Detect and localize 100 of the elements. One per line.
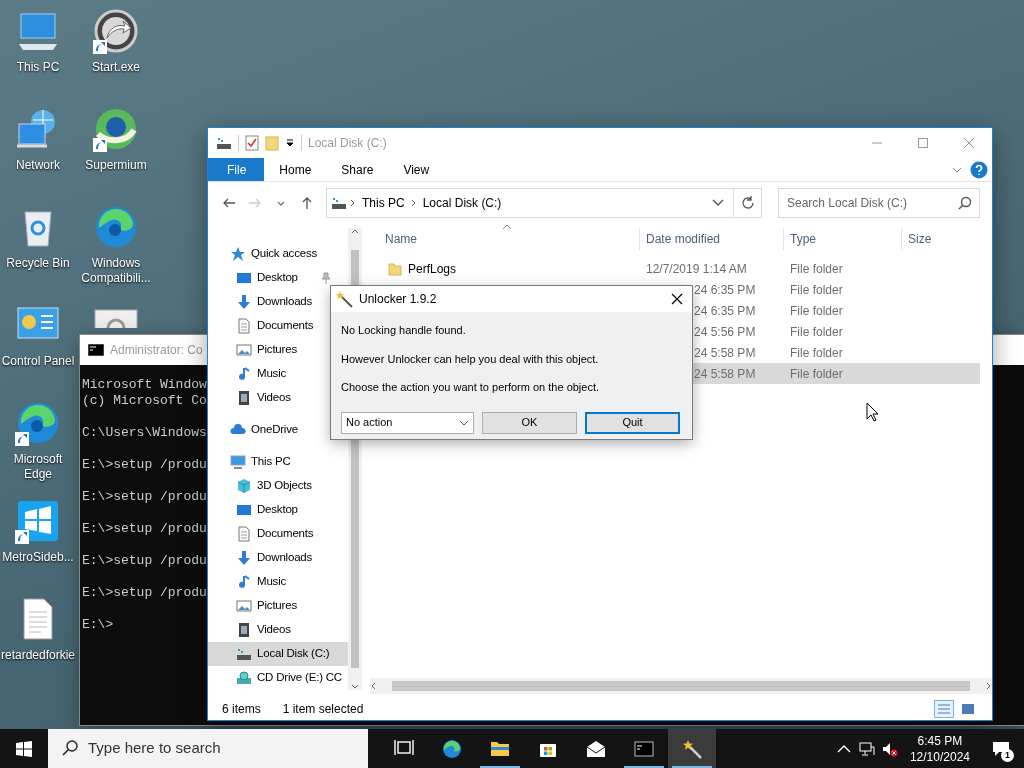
nav-item[interactable]: Desktop [208,266,333,290]
ribbon-tab[interactable]: View [388,158,445,181]
horizontal-scrollbar[interactable] [370,678,992,694]
breadcrumb-link[interactable]: Local Disk (C:) [419,194,505,212]
ribbon-tab[interactable]: Home [264,158,327,181]
window-title: Local Disk (C:) [308,135,387,152]
desktop-icon-label[interactable]: Start.exe [92,60,140,75]
checklist-icon[interactable] [245,135,259,151]
dropdown-icon[interactable] [285,138,295,148]
nav-item[interactable]: Local Disk (C:) [208,642,348,666]
file-row[interactable]: PerfLogs 12/7/2019 1:14 AM File folder [370,258,980,279]
chevron-down-icon [459,419,469,426]
column-header[interactable]: Name [370,228,640,250]
notification-count: 1 [1001,749,1014,762]
dialog-title: Unlocker 1.9.2 [359,291,437,308]
film-icon [236,390,252,406]
maximize-icon [918,138,928,148]
console-icon [634,738,654,759]
notification-button[interactable]: 1 [978,729,1024,768]
desktop-icon-label[interactable]: Supermium [85,158,147,173]
desktop-icon-label[interactable]: Windows Compatibili... [78,256,154,286]
file-type: File folder [790,365,843,383]
close-icon [964,138,974,148]
dialog-message: No Locking handle found. [340,323,467,338]
nav-item[interactable]: This PC [208,450,293,474]
monitor-icon [236,502,252,518]
column-header[interactable]: Date modified [640,228,784,250]
taskbar-search-field[interactable]: Type here to search [48,729,368,768]
sort-ascending-icon [502,224,512,230]
help-icon[interactable] [970,160,988,179]
file-type: File folder [790,323,843,341]
console-line: E:\>setup /produ [82,553,207,569]
drive-icon [216,135,232,151]
date-modified: 24 6:35 PM [694,281,756,299]
console-line: E:\>setup /produ [82,457,207,473]
scroll-left-icon [370,682,376,690]
dialog-button[interactable]: Quit [585,411,680,434]
nav-item[interactable]: Desktop [208,498,300,522]
document-icon [236,526,252,542]
action-dropdown[interactable]: No action [341,411,474,434]
unlocker-button[interactable] [668,729,716,768]
nav-item[interactable]: OneDrive [208,418,300,442]
column-header[interactable]: Type [784,228,902,250]
desktop-icon-label[interactable]: This PC [16,60,60,75]
console-line: E:\>setup /produ [82,585,207,601]
monitor-icon [236,270,252,286]
date-modified: 24 5:58 PM [694,344,756,362]
nav-item[interactable]: Documents [208,314,316,338]
scroll-up-icon [351,228,359,234]
drive-icon [331,195,347,211]
folder-icon [388,261,402,276]
desktop-icon-label[interactable]: retardedforkie [0,648,75,663]
desktop-icon-label[interactable]: Network [16,158,60,173]
document-icon [236,318,252,334]
windows-logo-icon [16,740,32,757]
nav-item[interactable]: Documents [208,522,316,546]
nav-item[interactable]: Quick access [208,242,319,266]
nav-item[interactable]: Videos [208,618,293,642]
browser-swirl-icon [442,738,462,759]
envelope-icon [586,738,606,759]
date-modified: 24 5:56 PM [694,323,756,341]
desktop-icon-label[interactable]: Control Panel [1,354,75,369]
console-line: (c) Microsoft Co [82,393,207,409]
nav-item[interactable]: 3D Objects [208,474,314,498]
nav-item[interactable]: Pictures [208,594,299,618]
file-type: File folder [790,344,843,362]
chevron-down-icon[interactable] [952,166,962,173]
dialog-message: However Unlocker can help you deal with this object. [340,351,600,367]
dialog-button[interactable]: OK [482,411,577,434]
search-icon [62,740,78,756]
desktop-icon-label[interactable]: MetroSideb... [2,550,74,565]
nav-item[interactable]: Pictures [208,338,299,362]
back-icon [222,196,236,210]
nav-item[interactable]: Music [208,362,289,386]
file-name: PerfLogs [408,260,457,278]
search-field[interactable]: Search Local Disk (C:) [778,188,980,218]
nav-item[interactable]: CD Drive (E:) CC [208,666,344,690]
nav-item[interactable]: Videos [208,386,293,410]
file-menu-button[interactable]: File [208,158,265,181]
mouse-pointer-icon [866,402,879,422]
nav-item[interactable]: Downloads [208,546,315,570]
desktop-icon-label[interactable]: Microsoft Edge [0,452,76,482]
clock-date: 12/10/2024 [909,748,970,765]
column-header[interactable]: Size [902,228,985,250]
console-line: E:\>setup /produ [82,521,207,537]
up-icon [300,196,314,210]
nav-item[interactable]: Music [208,570,289,594]
close-icon [671,293,683,305]
cube-icon [236,478,252,494]
picture-icon [236,598,252,614]
nav-item[interactable]: Downloads [208,290,315,314]
magic-wand-icon [682,738,702,759]
drive-icon [236,646,252,662]
date-modified: 24 5:58 PM [694,365,756,383]
star-icon [230,246,246,262]
clock[interactable]: 6:45 PM 12/10/2024 [901,732,978,765]
desktop-icon-label[interactable]: Recycle Bin [6,256,70,271]
forward-icon [248,196,262,210]
breadcrumb-link[interactable]: This PC [359,194,408,212]
ribbon-tab[interactable]: Share [326,158,389,181]
